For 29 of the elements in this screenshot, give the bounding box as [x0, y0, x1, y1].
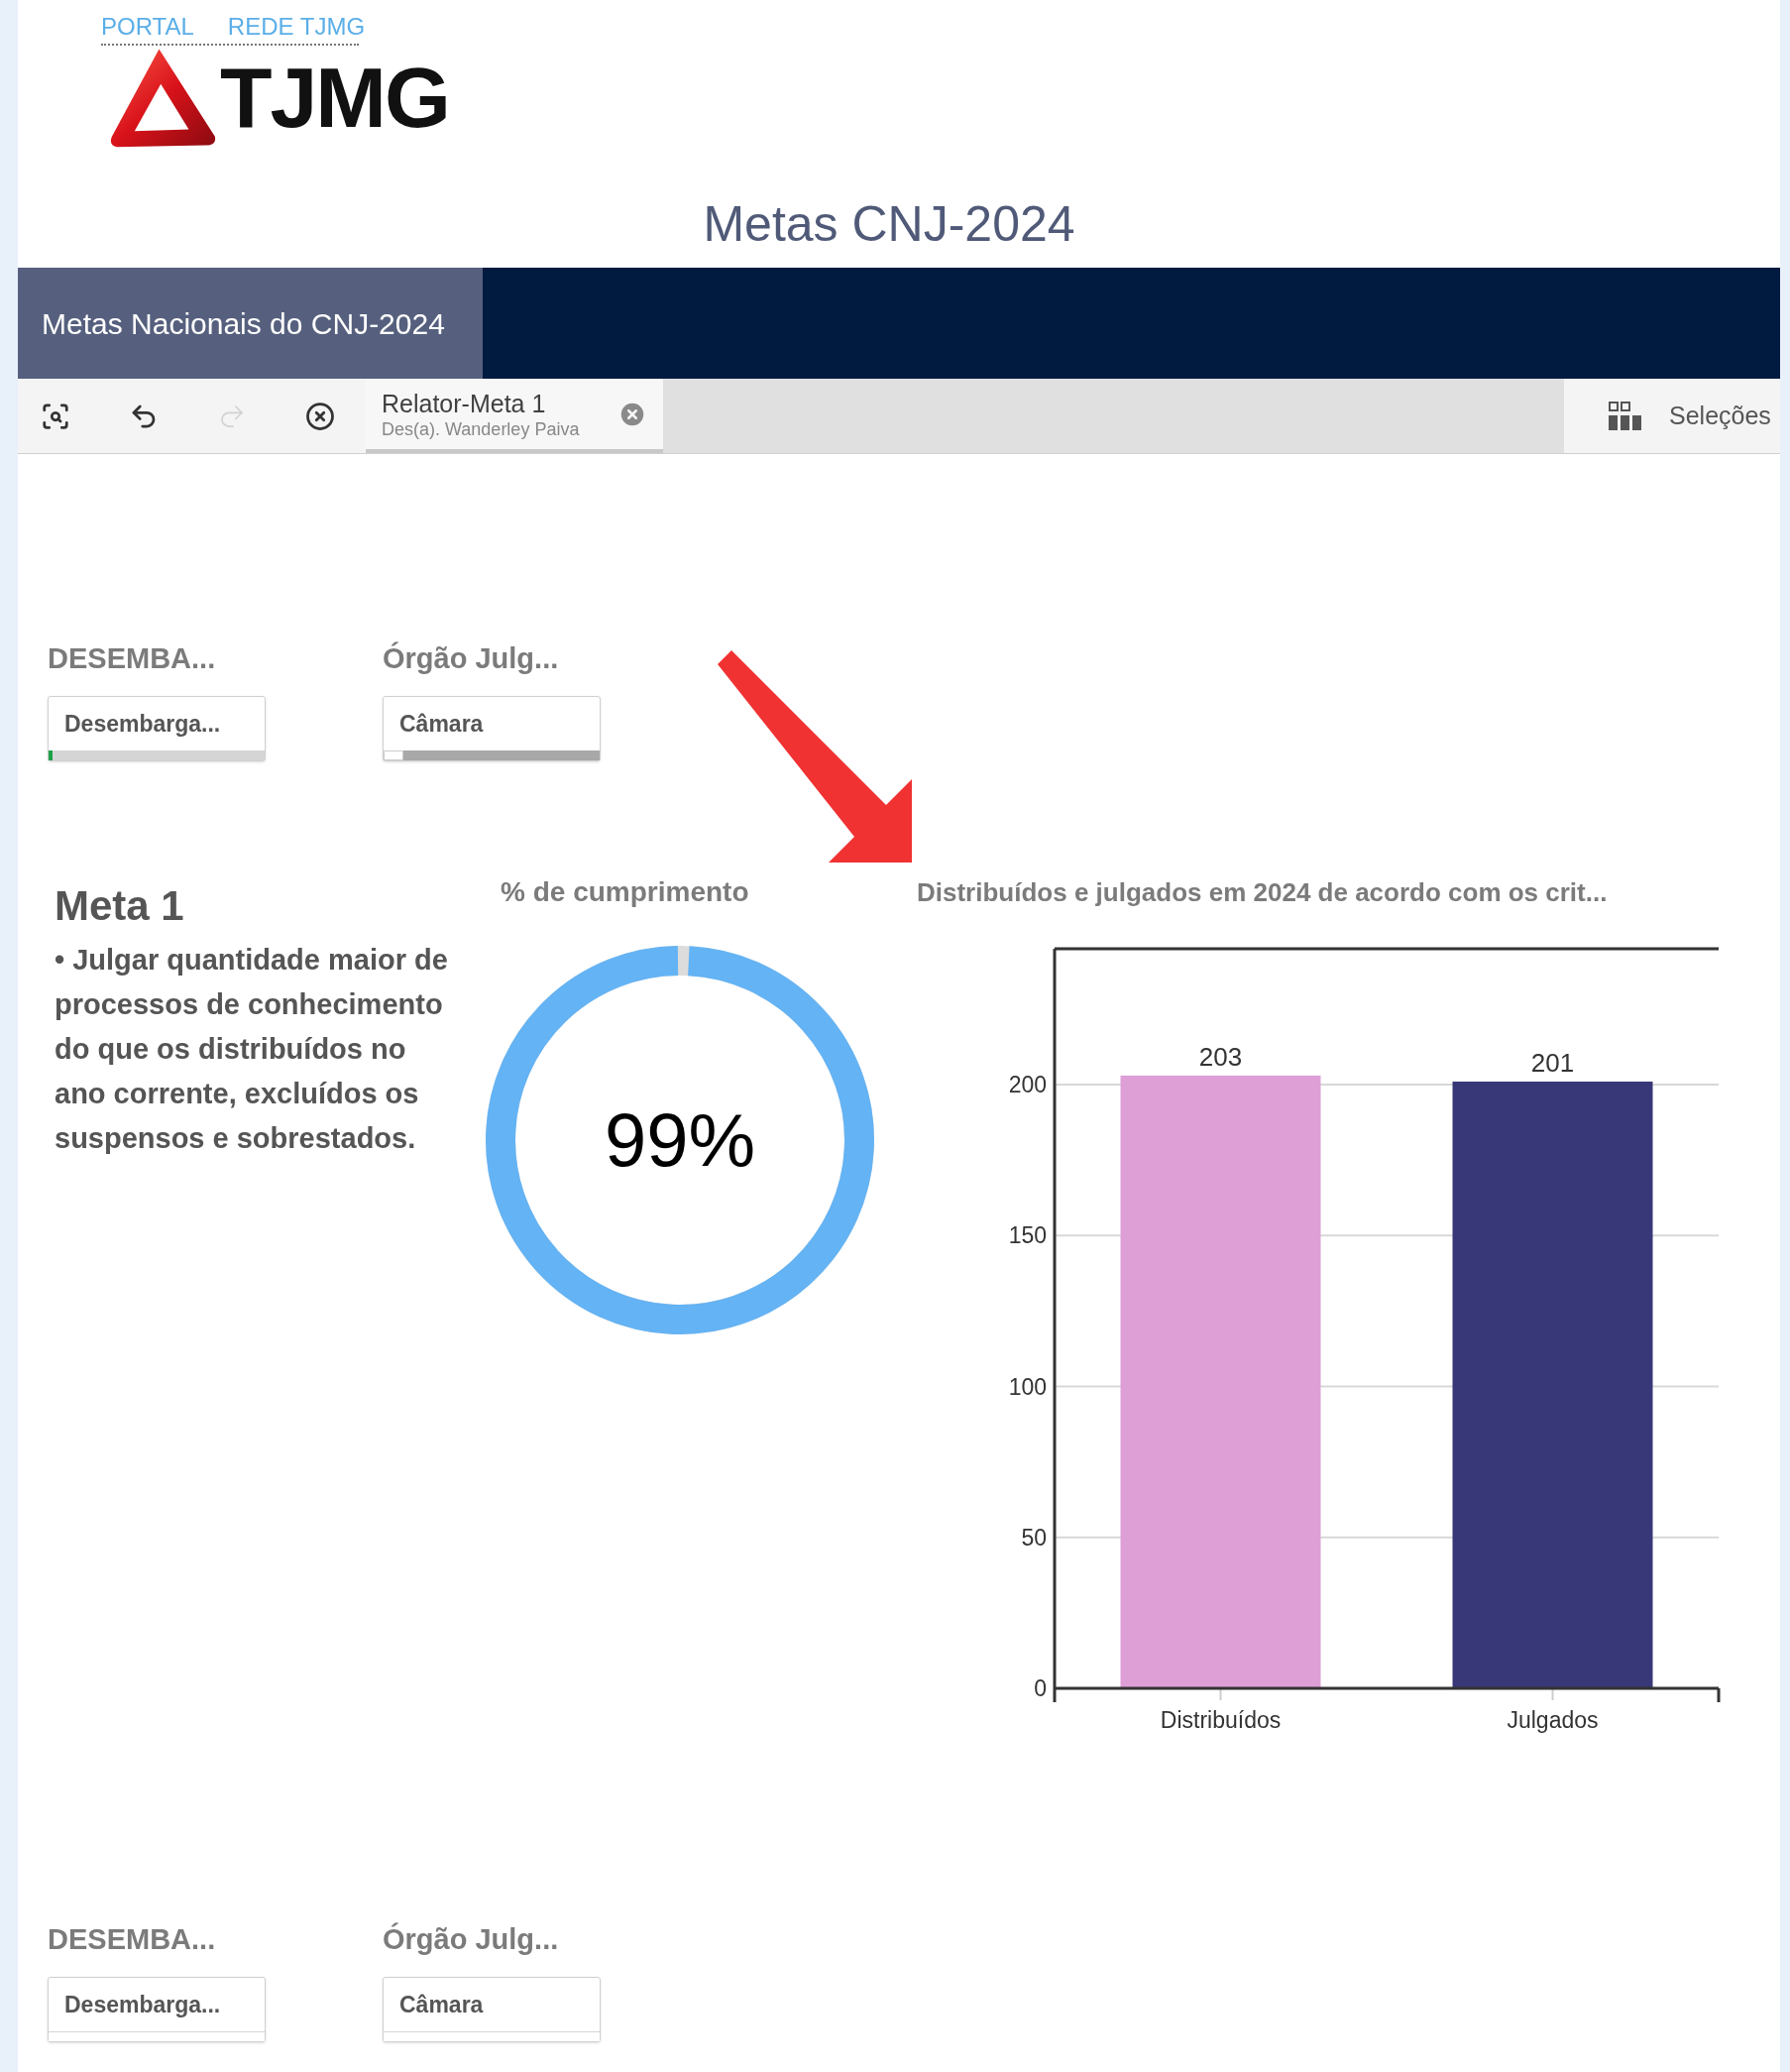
- selection-tab[interactable]: Relator-Meta 1 Des(a). Wanderley Paiva: [366, 379, 663, 453]
- logo-text: TJMG: [220, 55, 449, 140]
- bar-value-label: 203: [1198, 1041, 1243, 1072]
- filter-label: Órgão Julg...: [383, 640, 560, 676]
- selection-tab-title: Relator-Meta 1: [382, 388, 547, 418]
- gauge-value: 99%: [604, 1096, 756, 1184]
- x-tick-label: Julgados: [1507, 1707, 1599, 1733]
- x-tick-label: Distribuídos: [1160, 1707, 1282, 1733]
- chart-title: Distribuídos e julgados em 2024 de acordo com os crit...: [917, 876, 1609, 909]
- filter-dropdown[interactable]: Câmara: [383, 1977, 601, 2042]
- y-tick-label: 0: [1034, 1675, 1047, 1701]
- y-tick-label: 100: [1008, 1373, 1047, 1400]
- filter-dropdown[interactable]: Desembarga...: [48, 696, 266, 761]
- nav-tab[interactable]: Metas Nacionais do CNJ-2024: [18, 268, 483, 379]
- filter-dropdown[interactable]: Câmara: [383, 696, 601, 761]
- bar-value-label: 201: [1530, 1048, 1575, 1078]
- grid-icon: [1608, 401, 1641, 431]
- selection-tab-subtitle: Des(a). Wanderley Paiva: [382, 417, 581, 440]
- filter-dropdown[interactable]: Desembarga...: [48, 1977, 266, 2042]
- y-tick-label: 150: [1008, 1222, 1047, 1249]
- page-title: Metas CNJ-2024: [703, 195, 1075, 254]
- gauge-title: % de cumprimento: [501, 875, 750, 909]
- meta-description: • Julgar quantidade maior de processos de conhecimento do que os distribuídos no ano corrente, excluídos os suspensos e sobrestados.: [55, 943, 449, 1156]
- filter-label: DESEMBA...: [48, 641, 217, 676]
- meta-title: Meta 1: [55, 881, 185, 931]
- filter-label: Órgão Julg...: [383, 1921, 560, 1957]
- y-tick-label: 50: [1021, 1524, 1047, 1551]
- filter-label: DESEMBA...: [48, 1922, 217, 1957]
- y-tick-label: 200: [1008, 1072, 1047, 1097]
